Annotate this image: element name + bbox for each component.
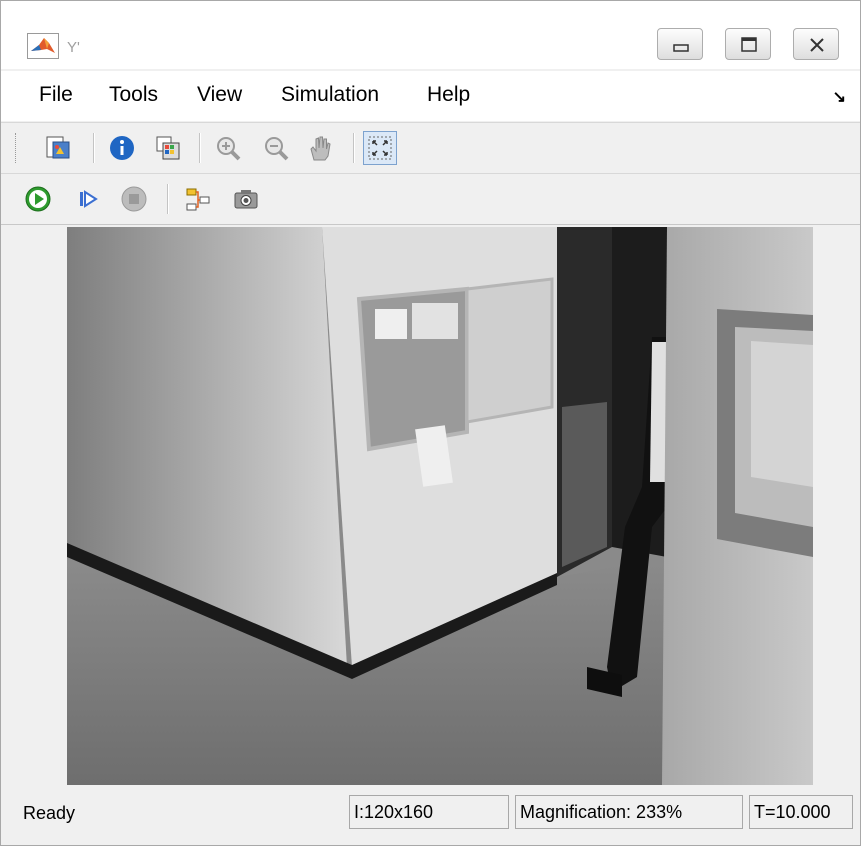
status-bar: Ready I:120x160 Magnification: 233% T=10… — [1, 789, 860, 835]
print-to-figure-button[interactable] — [41, 131, 75, 165]
pan-hand-icon — [310, 136, 331, 161]
menu-overflow-arrow-icon[interactable]: ↘ — [833, 87, 846, 107]
info-icon — [110, 136, 134, 160]
minimize-icon — [673, 44, 689, 52]
step-forward-icon — [80, 190, 98, 208]
zoom-out-button[interactable] — [259, 131, 293, 165]
status-image-size: I:120x160 — [349, 795, 509, 829]
menu-view[interactable]: View — [197, 83, 242, 107]
step-forward-button[interactable] — [71, 182, 105, 216]
menu-simulation[interactable]: Simulation — [281, 83, 379, 107]
status-magnification: Magnification: 233% — [515, 795, 743, 829]
fit-to-view-button[interactable] — [363, 131, 397, 165]
zoom-in-icon — [217, 137, 241, 161]
status-time: T=10.000 — [749, 795, 853, 829]
maximize-button[interactable] — [725, 28, 771, 60]
run-button[interactable] — [21, 182, 55, 216]
toolbar-separator — [167, 184, 169, 214]
print-to-figure-icon — [46, 136, 70, 159]
toolbar-grip[interactable] — [15, 133, 19, 163]
menu-bar: File Tools View Simulation Help ↘ — [1, 71, 860, 121]
pan-button[interactable] — [303, 131, 337, 165]
window-title: Y' — [67, 39, 80, 56]
info-button[interactable] — [105, 131, 139, 165]
stop-button[interactable] — [117, 182, 151, 216]
zoom-in-button[interactable] — [211, 131, 245, 165]
highlight-model-icon — [186, 188, 210, 211]
colormap-icon — [156, 136, 180, 160]
run-icon — [25, 186, 51, 212]
toolbar-separator — [93, 133, 95, 163]
highlight-model-button[interactable] — [181, 182, 215, 216]
toolbar-simulation — [1, 173, 860, 225]
menu-help[interactable]: Help — [427, 83, 470, 107]
snapshot-button[interactable] — [229, 182, 263, 216]
fit-to-view-icon — [368, 136, 392, 160]
zoom-out-icon — [265, 137, 289, 161]
toolbar-view — [1, 122, 860, 173]
minimize-button[interactable] — [657, 28, 703, 60]
close-icon — [810, 38, 824, 52]
maximize-icon — [741, 37, 757, 52]
stop-icon — [121, 186, 147, 212]
status-state: Ready — [23, 803, 76, 823]
viewer-window: Y' File Tools View Simulation Help ↘ Rea… — [0, 0, 861, 846]
colormap-button[interactable] — [151, 131, 185, 165]
toolbar-separator — [199, 133, 201, 163]
video-frame[interactable] — [67, 227, 813, 785]
matlab-logo-icon — [27, 33, 59, 59]
toolbar-separator — [353, 133, 355, 163]
video-display-area[interactable] — [1, 225, 860, 787]
snapshot-icon — [234, 190, 258, 209]
menu-tools[interactable]: Tools — [109, 83, 158, 107]
close-button[interactable] — [793, 28, 839, 60]
menu-file[interactable]: File — [39, 83, 73, 107]
title-bar[interactable]: Y' — [1, 1, 860, 69]
